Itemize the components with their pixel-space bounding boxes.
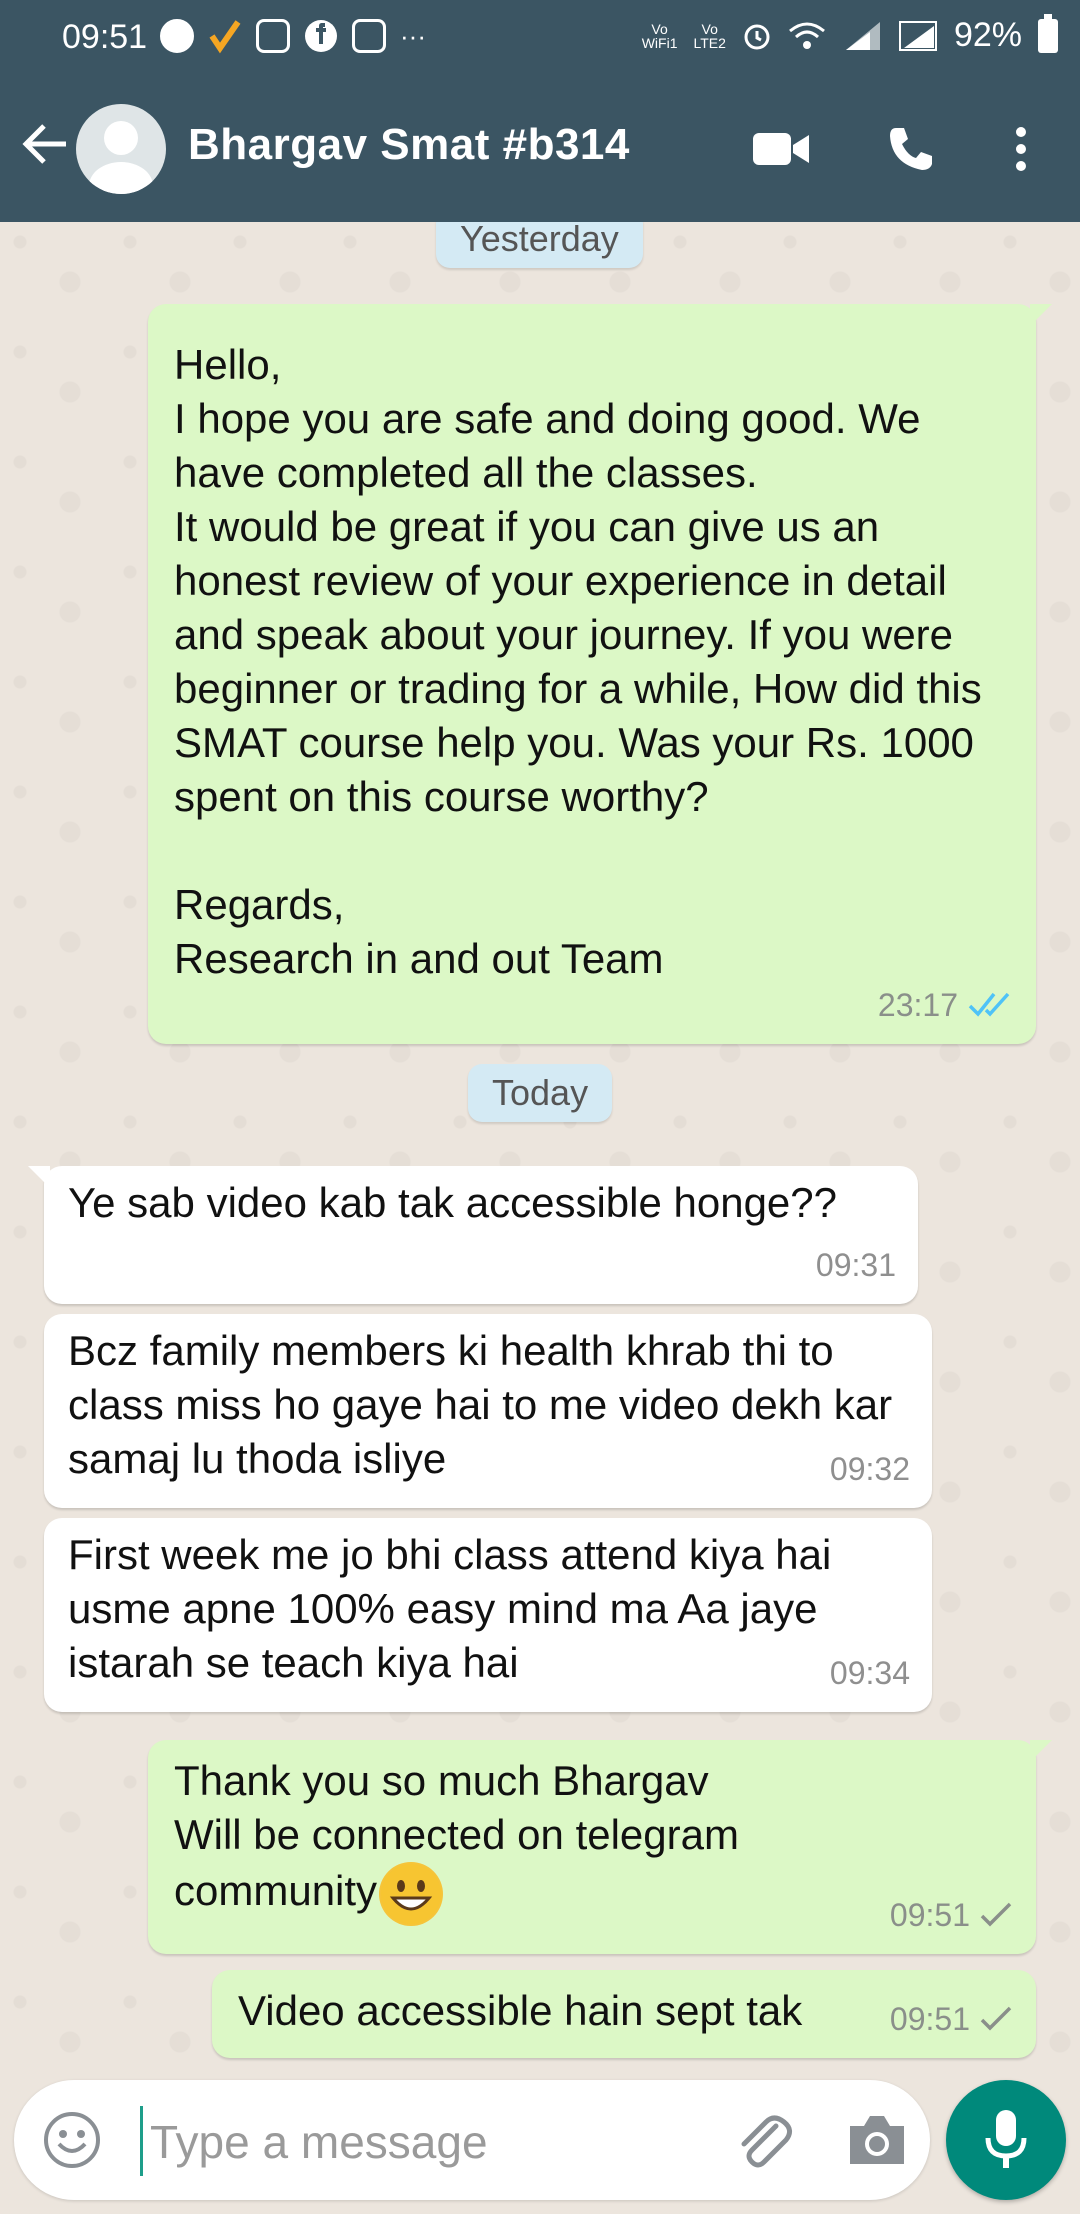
check-notification-icon	[209, 20, 241, 54]
message-text: Thank you so much Bhargav Will be connec…	[174, 1754, 794, 1926]
phone-icon	[890, 128, 932, 170]
message-body: Thank you so much Bhargav Will be connec…	[174, 1757, 739, 1915]
contact-name[interactable]: Bhargav Smat #b314	[188, 120, 630, 170]
date-divider-yesterday: Yesterday	[436, 222, 643, 268]
message-meta: 09:51	[890, 1888, 1014, 1942]
bubble-tail	[1030, 304, 1052, 326]
outgoing-message[interactable]: Thank you so much Bhargav Will be connec…	[148, 1740, 1052, 1954]
incoming-message[interactable]: Bcz family members ki health khrab thi t…	[44, 1314, 932, 1508]
bubble-tail	[1030, 1740, 1052, 1762]
incoming-message[interactable]: First week me jo bhi class attend kiya h…	[44, 1518, 932, 1712]
more-options-button[interactable]	[986, 114, 1056, 184]
emoji-picker-icon[interactable]	[42, 2110, 102, 2170]
message-time: 23:17	[877, 987, 958, 1023]
mail-notification-icon	[256, 19, 290, 53]
message-time: 09:31	[815, 1247, 896, 1283]
calculator-notification-icon	[352, 19, 386, 53]
status-time: 09:51	[62, 18, 148, 56]
video-camera-icon	[753, 133, 809, 165]
message-time: 09:32	[829, 1451, 910, 1487]
message-composer	[14, 2080, 930, 2200]
voice-record-button[interactable]	[946, 2080, 1066, 2200]
vowifi-indicator: Vo WiFi1	[641, 20, 678, 51]
battery-percent: 92%	[953, 16, 1022, 54]
video-call-button[interactable]	[746, 114, 816, 184]
volte-indicator: Vo LTE2	[693, 20, 726, 51]
message-meta: 09:34	[830, 1646, 910, 1700]
notification-icons: ···	[160, 18, 426, 54]
message-text: Bcz family members ki health khrab thi t…	[68, 1327, 904, 1482]
signal-sim1-icon	[845, 21, 880, 50]
paperclip-icon[interactable]	[730, 2108, 796, 2174]
message-input[interactable]	[148, 2108, 712, 2176]
message-text: Ye sab video kab tak accessible honge??	[68, 1179, 838, 1226]
kebab-menu-icon	[1016, 127, 1026, 171]
voice-call-button[interactable]	[876, 114, 946, 184]
outgoing-message[interactable]: Hello, I hope you are safe and doing goo…	[148, 304, 1052, 1044]
single-check-icon	[980, 2006, 1012, 2031]
message-meta: 23:17	[878, 978, 1014, 1032]
bubble-tail	[28, 1166, 50, 1188]
microphone-icon	[985, 2110, 1027, 2168]
more-notifications-icon: ···	[400, 20, 426, 51]
avatar[interactable]	[76, 104, 166, 194]
incoming-message[interactable]: Ye sab video kab tak accessible honge?? …	[28, 1166, 918, 1304]
alarm-icon	[744, 24, 770, 49]
wifi-icon	[788, 22, 825, 49]
camera-icon[interactable]	[844, 2110, 910, 2170]
message-time: 09:51	[889, 2001, 970, 2037]
default-avatar-icon	[89, 121, 153, 194]
date-divider-today: Today	[468, 1064, 613, 1122]
outgoing-message[interactable]: Video accessible hain sept tak 09:51	[212, 1970, 1036, 2058]
signal-sim2-icon	[898, 20, 937, 51]
facebook-notification-icon	[305, 20, 337, 52]
message-meta: 09:31	[816, 1238, 896, 1292]
message-list[interactable]: Yesterday Hello, I hope you are safe and…	[0, 222, 1080, 2084]
double-check-read-icon	[968, 992, 1010, 1017]
text-cursor	[140, 2106, 143, 2176]
message-text: First week me jo bhi class attend kiya h…	[68, 1531, 843, 1686]
back-arrow-icon[interactable]	[18, 116, 74, 172]
message-text: Hello, I hope you are safe and doing goo…	[174, 341, 982, 982]
grinning-face-emoji-icon	[379, 1862, 444, 1926]
message-meta: 09:51	[890, 1992, 1014, 2046]
status-bar: 09:51 ··· Vo WiFi1 Vo LTE2 92%	[0, 0, 1080, 76]
message-time: 09:34	[829, 1655, 910, 1691]
battery-icon	[1038, 13, 1058, 53]
message-time: 09:51	[889, 1897, 970, 1933]
message-meta: 09:32	[830, 1442, 910, 1496]
app-notification-icon	[160, 19, 194, 53]
chat-header: Bhargav Smat #b314	[0, 76, 1080, 222]
single-check-icon	[980, 1902, 1012, 1927]
system-icons: Vo WiFi1 Vo LTE2 92%	[641, 13, 1058, 55]
